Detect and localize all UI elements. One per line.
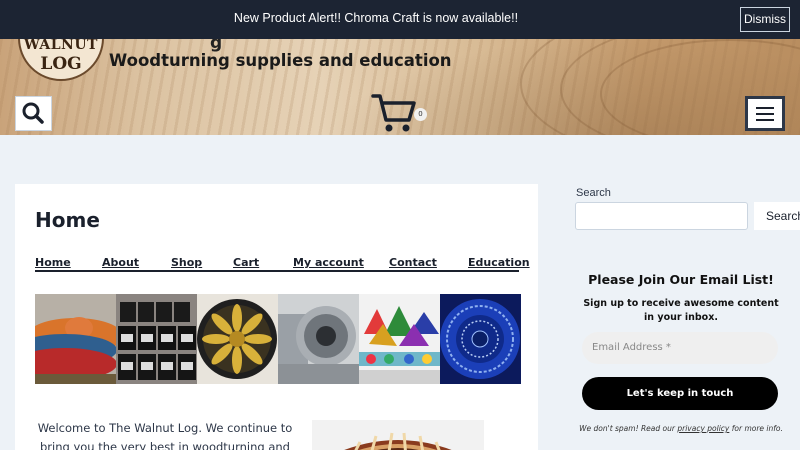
page-nav: Home About Shop Cart My account Contact … — [35, 256, 530, 272]
sidebar-search-input[interactable] — [575, 202, 748, 230]
logo-text-line1: WALNUT — [24, 39, 98, 53]
gallery-image-chuck[interactable] — [278, 294, 359, 384]
menu-toggle-button[interactable] — [745, 96, 785, 131]
search-toggle-button[interactable] — [15, 96, 52, 131]
hamburger-icon-bar — [756, 113, 774, 115]
privacy-note-text: We don't spam! Read our — [579, 424, 678, 433]
nav-link-education[interactable]: Education — [468, 256, 530, 269]
nav-link-shop[interactable]: Shop — [171, 256, 202, 269]
gallery-image-jars[interactable] — [116, 294, 197, 384]
site-logo[interactable]: WALNUT LOG — [18, 39, 104, 81]
email-address-input[interactable]: Email Address * — [582, 332, 778, 364]
sidebar-search-label: Search — [576, 187, 611, 199]
nav-link-contact[interactable]: Contact — [389, 256, 437, 269]
segmented-bowl-image — [312, 420, 484, 450]
sidebar-search-button[interactable]: Search — [754, 202, 800, 230]
email-privacy-note: We don't spam! Read our privacy policy f… — [575, 424, 787, 433]
gallery-image-blue-plate[interactable] — [440, 294, 521, 384]
welcome-text: Welcome to The Walnut Log. We continue t… — [37, 421, 293, 450]
dismiss-button[interactable]: Dismiss — [740, 7, 790, 32]
search-icon — [22, 102, 44, 124]
product-gallery — [35, 294, 521, 384]
email-signup-button[interactable]: Let's keep in touch — [582, 377, 778, 410]
privacy-policy-link[interactable]: privacy policy — [677, 424, 729, 433]
nav-link-cart[interactable]: Cart — [233, 256, 259, 269]
announcement-text: New Product Alert!! Chroma Craft is now … — [233, 11, 519, 25]
cart-icon — [371, 94, 416, 132]
site-header: WALNUT LOG g Woodturning supplies and ed… — [0, 39, 800, 135]
nav-link-my-account[interactable]: My account — [293, 256, 364, 269]
nav-link-home[interactable]: Home — [35, 256, 71, 269]
hamburger-icon — [756, 107, 774, 109]
site-tagline: Woodturning supplies and education — [109, 51, 452, 70]
email-signup-subtext: Sign up to receive awesome content in yo… — [583, 298, 779, 323]
cart-count-badge: 0 — [414, 108, 427, 121]
gallery-image-gold-flower[interactable] — [197, 294, 278, 384]
gallery-image-bowls[interactable] — [35, 294, 116, 384]
logo-text-line2: LOG — [40, 54, 82, 74]
announcement-bar: New Product Alert!! Chroma Craft is now … — [0, 0, 800, 39]
cart-button[interactable]: 0 — [371, 92, 431, 134]
nav-link-about[interactable]: About — [102, 256, 139, 269]
gallery-image-crystals[interactable] — [359, 294, 440, 384]
privacy-note-text-end: for more info. — [729, 424, 783, 433]
main-content: Home Home About Shop Cart My account Con… — [15, 184, 538, 450]
email-signup-heading: Please Join Our Email List! — [588, 272, 774, 287]
hamburger-icon-bar — [756, 119, 774, 121]
page-title: Home — [35, 208, 100, 232]
